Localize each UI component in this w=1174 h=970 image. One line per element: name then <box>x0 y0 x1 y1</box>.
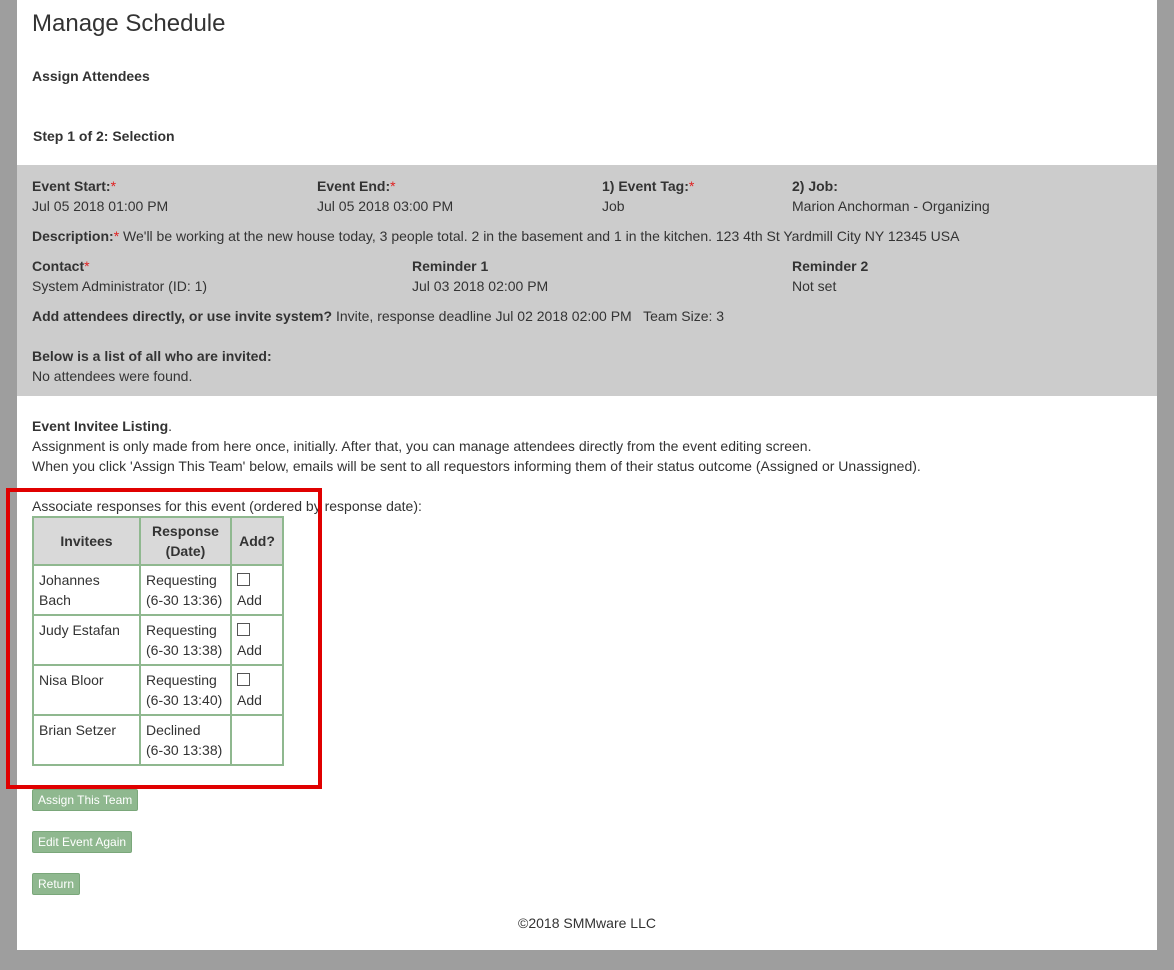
listing-info-1: Assignment is only made from here once, … <box>32 438 812 454</box>
response-status: Requesting <box>146 622 217 638</box>
reminder2-field: Reminder 2 Not set <box>792 256 868 296</box>
table-header-row: Invitees Response (Date) Add? <box>32 516 284 566</box>
required-mark: * <box>110 178 117 194</box>
required-mark: * <box>390 178 396 194</box>
attendee-mode-field: Add attendees directly, or use invite sy… <box>32 306 724 326</box>
attendee-mode-label: Add attendees directly, or use invite sy… <box>32 308 333 324</box>
page-container: Manage Schedule Assign Attendees Step 1 … <box>17 0 1157 950</box>
description-value: We'll be working at the new house today,… <box>123 228 960 244</box>
response-status: Requesting <box>146 572 217 588</box>
reminder1-field: Reminder 1 Jul 03 2018 02:00 PM <box>412 256 548 296</box>
attendee-mode-value: Invite, response deadline Jul 02 2018 02… <box>335 308 725 324</box>
event-end-field: Event End:* Jul 05 2018 03:00 PM <box>317 176 453 216</box>
invitee-response: Declined (6-30 13:38) <box>139 714 232 766</box>
required-mark: * <box>84 258 90 274</box>
table-row: Johannes Bach Requesting (6-30 13:36) Add <box>32 564 284 616</box>
invitee-response: Requesting (6-30 13:38) <box>139 614 232 666</box>
reminder1-label: Reminder 1 <box>412 258 489 274</box>
associate-caption: Associate responses for this event (orde… <box>32 498 422 514</box>
add-checkbox[interactable] <box>237 673 250 686</box>
invitee-response: Requesting (6-30 13:36) <box>139 564 232 616</box>
job-label: 2) Job: <box>792 178 838 194</box>
event-end-label: Event End: <box>317 178 391 194</box>
event-tag-value: Job <box>602 198 625 214</box>
reminder2-value: Not set <box>792 278 837 294</box>
invitee-name: Brian Setzer <box>32 714 141 766</box>
add-cell: Add <box>230 564 284 616</box>
reminder2-label: Reminder 2 <box>792 258 869 274</box>
step-title: Step 1 of 2: Selection <box>33 128 175 144</box>
response-date: (6-30 13:38) <box>146 642 223 658</box>
contact-value: System Administrator (ID: 1) <box>32 278 208 294</box>
invited-field: Below is a list of all who are invited: … <box>32 346 272 386</box>
add-cell <box>230 714 284 766</box>
response-status: Declined <box>146 722 201 738</box>
response-date: (6-30 13:40) <box>146 692 223 708</box>
invitee-name: Nisa Bloor <box>32 664 141 716</box>
listing-title-line: Event Invitee Listing. <box>32 416 172 436</box>
event-details-panel: Event Start:* Jul 05 2018 01:00 PM Event… <box>17 165 1157 396</box>
response-status: Requesting <box>146 672 217 688</box>
table-row: Judy Estafan Requesting (6-30 13:38) Add <box>32 614 284 666</box>
add-checkbox[interactable] <box>237 573 250 586</box>
return-button[interactable]: Return <box>32 873 81 895</box>
invitee-response: Requesting (6-30 13:40) <box>139 664 232 716</box>
event-end-value: Jul 05 2018 03:00 PM <box>317 198 454 214</box>
response-date: (6-30 13:36) <box>146 592 223 608</box>
add-label[interactable]: Add <box>237 592 262 608</box>
listing-title: Event Invitee Listing <box>32 418 169 434</box>
header-response: Response (Date) <box>139 516 232 566</box>
event-tag-field: 1) Event Tag:* Job <box>602 176 694 216</box>
invitee-name: Johannes Bach <box>32 564 141 616</box>
section-title: Assign Attendees <box>32 68 150 84</box>
required-mark: * <box>113 228 120 244</box>
edit-event-button[interactable]: Edit Event Again <box>32 831 133 853</box>
add-cell: Add <box>230 664 284 716</box>
add-label[interactable]: Add <box>237 692 262 708</box>
event-start-value: Jul 05 2018 01:00 PM <box>32 198 169 214</box>
table-row: Nisa Bloor Requesting (6-30 13:40) Add <box>32 664 284 716</box>
page-title: Manage Schedule <box>32 10 226 37</box>
response-date: (6-30 13:38) <box>146 742 223 758</box>
assign-team-button[interactable]: Assign This Team <box>32 789 139 811</box>
footer-copyright: ©2018 SMMware LLC <box>518 915 656 931</box>
event-start-label: Event Start: <box>32 178 111 194</box>
add-checkbox[interactable] <box>237 623 250 636</box>
event-start-field: Event Start:* Jul 05 2018 01:00 PM <box>32 176 168 216</box>
header-response-line1: Response <box>152 523 219 539</box>
invited-label: Below is a list of all who are invited: <box>32 348 272 364</box>
add-cell: Add <box>230 614 284 666</box>
required-mark: * <box>688 178 695 194</box>
listing-info-2: When you click 'Assign This Team' below,… <box>32 458 921 474</box>
contact-field: Contact* System Administrator (ID: 1) <box>32 256 207 296</box>
invitee-name: Judy Estafan <box>32 614 141 666</box>
table-row: Brian Setzer Declined (6-30 13:38) <box>32 714 284 766</box>
invitee-table: Invitees Response (Date) Add? Johannes B… <box>32 516 284 766</box>
contact-label: Contact <box>32 258 85 274</box>
event-tag-label: 1) Event Tag: <box>602 178 689 194</box>
description-field: Description:* We'll be working at the ne… <box>32 226 959 246</box>
reminder1-value: Jul 03 2018 02:00 PM <box>412 278 549 294</box>
listing-title-suffix: . <box>168 418 173 434</box>
job-field: 2) Job: Marion Anchorman - Organizing <box>792 176 990 216</box>
description-label: Description: <box>32 228 114 244</box>
header-invitees: Invitees <box>32 516 141 566</box>
header-add: Add? <box>230 516 284 566</box>
job-value: Marion Anchorman - Organizing <box>792 198 990 214</box>
invited-value: No attendees were found. <box>32 368 193 384</box>
add-label[interactable]: Add <box>237 642 262 658</box>
header-response-line2: (Date) <box>165 543 206 559</box>
